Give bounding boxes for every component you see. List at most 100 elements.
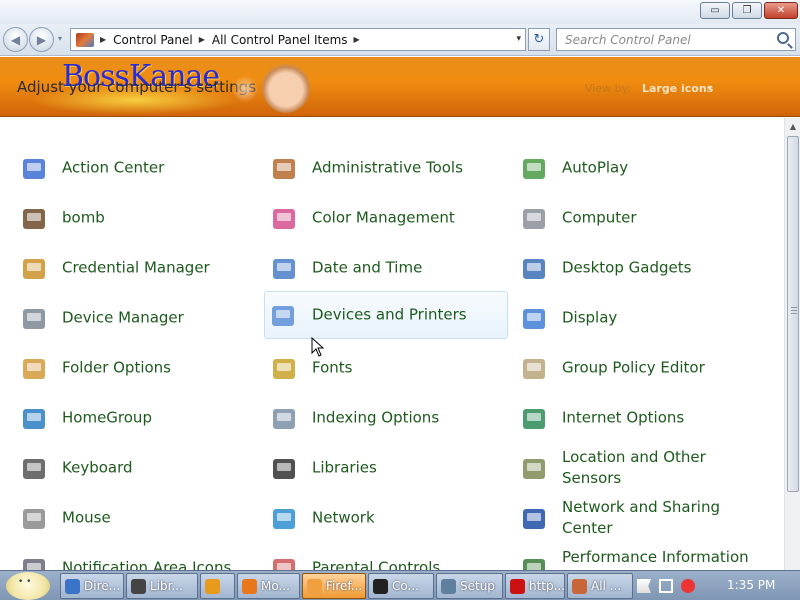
control-panel-item[interactable]: Notification Area Icons bbox=[15, 544, 255, 570]
control-panel-item[interactable]: AutoPlay bbox=[515, 144, 755, 192]
breadcrumb-separator-icon[interactable]: ▶ bbox=[199, 35, 205, 44]
scroll-up-button[interactable]: ▲ bbox=[785, 118, 800, 134]
control-panel-item-label: Desktop Gadgets bbox=[562, 258, 692, 277]
view-by-dropdown[interactable]: Large icons bbox=[642, 82, 713, 95]
chevron-down-icon[interactable]: ▾ bbox=[708, 83, 712, 92]
cmd-icon bbox=[373, 578, 388, 594]
libraries-task-icon bbox=[131, 578, 146, 594]
control-panel-item[interactable]: Parental Controls bbox=[265, 544, 505, 570]
computer-icon bbox=[519, 204, 549, 234]
taskbar-button[interactable]: Firef... bbox=[302, 573, 366, 599]
maximize-button[interactable]: ❐ bbox=[732, 2, 762, 19]
refresh-button[interactable]: ↻ bbox=[528, 28, 550, 51]
control-panel-item[interactable]: Computer bbox=[515, 194, 755, 242]
firefox-window-icon bbox=[307, 578, 322, 594]
control-panel-icon bbox=[572, 578, 587, 594]
start-button[interactable] bbox=[6, 572, 50, 600]
control-panel-item-label: Action Center bbox=[62, 158, 165, 177]
taskbar-button-label: Libr... bbox=[150, 579, 183, 593]
control-panel-item[interactable]: Device Manager bbox=[15, 294, 255, 342]
control-panel-item[interactable]: Libraries bbox=[265, 444, 505, 492]
network-tray-icon[interactable] bbox=[659, 579, 673, 593]
control-panel-item-label: Location and Other Sensors bbox=[562, 448, 706, 487]
taskbar-button[interactable]: Dire... bbox=[60, 573, 124, 599]
recent-pages-dropdown[interactable]: ▾ bbox=[58, 34, 68, 43]
control-panel-item[interactable]: Network bbox=[265, 494, 505, 542]
taskbar-clock[interactable]: 1:35 PM bbox=[727, 578, 775, 592]
scroll-thumb[interactable] bbox=[787, 136, 799, 492]
printer-icon bbox=[268, 301, 298, 331]
control-panel-item[interactable]: Network and Sharing Center bbox=[515, 494, 755, 542]
breadcrumb-all-items[interactable]: All Control Panel Items bbox=[212, 33, 348, 47]
control-panel-item[interactable]: Indexing Options bbox=[265, 394, 505, 442]
breadcrumb-separator-icon[interactable]: ▶ bbox=[354, 35, 360, 44]
homegroup-icon bbox=[19, 404, 49, 434]
taskbar-button[interactable]: Co... bbox=[368, 573, 434, 599]
control-panel-item[interactable]: bomb bbox=[15, 194, 255, 242]
control-panel-items: Action Center Administrative Tools AutoPla… bbox=[0, 118, 784, 570]
control-panel-item[interactable]: Desktop Gadgets bbox=[515, 244, 755, 292]
control-panel-item[interactable]: Fonts bbox=[265, 344, 505, 392]
control-panel-item-label: Keyboard bbox=[62, 458, 133, 477]
address-bar[interactable]: ▶ Control Panel ▶ All Control Panel Item… bbox=[70, 28, 526, 51]
display-monitor-icon bbox=[519, 304, 549, 334]
setup-icon bbox=[441, 578, 456, 594]
keyboard-icon bbox=[19, 454, 49, 484]
control-panel-item[interactable]: Date and Time bbox=[265, 244, 505, 292]
control-panel-item-label: Group Policy Editor bbox=[562, 358, 705, 377]
control-panel-item[interactable]: Display bbox=[515, 294, 755, 342]
search-icon[interactable] bbox=[777, 32, 789, 44]
taskbar-button[interactable]: Mo... bbox=[237, 573, 300, 599]
control-panel-item[interactable]: HomeGroup bbox=[15, 394, 255, 442]
minimize-button[interactable]: ▭ bbox=[700, 2, 730, 19]
control-panel-item[interactable]: Location and Other Sensors bbox=[515, 444, 755, 492]
volume-muted-icon[interactable] bbox=[681, 579, 695, 593]
control-panel-item[interactable]: Color Management bbox=[265, 194, 505, 242]
taskbar-button[interactable]: Libr... bbox=[126, 573, 198, 599]
taskbar-button[interactable]: All ... bbox=[567, 573, 633, 599]
taskbar-button-label: Co... bbox=[392, 579, 419, 593]
control-panel-item[interactable]: Performance Information and Tools bbox=[515, 544, 755, 570]
breadcrumb-separator-icon[interactable]: ▶ bbox=[100, 35, 106, 44]
control-panel-item-label: Network and Sharing Center bbox=[562, 498, 720, 537]
control-panel-item-label: Computer bbox=[562, 208, 637, 227]
taskbar-button-label: Dire... bbox=[84, 579, 121, 593]
control-panel-item[interactable]: Keyboard bbox=[15, 444, 255, 492]
date-time-icon bbox=[269, 254, 299, 284]
control-panel-item-label: Display bbox=[562, 308, 618, 327]
control-panel-item[interactable]: Administrative Tools bbox=[265, 144, 505, 192]
back-button[interactable]: ◀ bbox=[3, 27, 28, 52]
vertical-scrollbar[interactable]: ▲ bbox=[784, 118, 800, 570]
control-panel-item[interactable]: Credential Manager bbox=[15, 244, 255, 292]
taskbar-button[interactable] bbox=[200, 573, 235, 599]
desktop-gadgets-icon bbox=[519, 254, 549, 284]
taskbar-button[interactable]: http... bbox=[505, 573, 565, 599]
close-button[interactable]: ✕ bbox=[764, 2, 798, 19]
control-panel-item-label: HomeGroup bbox=[62, 408, 152, 427]
forward-button[interactable]: ▶ bbox=[29, 27, 54, 52]
control-panel-item[interactable]: Internet Options bbox=[515, 394, 755, 442]
control-panel-item-label: Device Manager bbox=[62, 308, 184, 327]
fonts-icon bbox=[269, 354, 299, 384]
breadcrumb-control-panel[interactable]: Control Panel bbox=[113, 33, 193, 47]
control-panel-item-label: Fonts bbox=[312, 358, 353, 377]
control-panel-item-label: Notification Area Icons bbox=[62, 558, 232, 571]
indexing-options-icon bbox=[269, 404, 299, 434]
mouse-cursor-icon bbox=[311, 337, 325, 357]
group-policy-icon bbox=[519, 354, 549, 384]
control-panel-item[interactable]: Folder Options bbox=[15, 344, 255, 392]
taskbar-button[interactable]: Setup bbox=[436, 573, 503, 599]
action-center-flag-icon[interactable] bbox=[637, 579, 651, 593]
credential-manager-icon bbox=[19, 254, 49, 284]
baby-face-avatar bbox=[232, 61, 310, 113]
control-panel-item-label: Administrative Tools bbox=[312, 158, 463, 177]
search-input[interactable]: Search Control Panel bbox=[556, 28, 796, 51]
control-panel-item[interactable]: Devices and Printers bbox=[264, 291, 508, 339]
control-panel-item[interactable]: Mouse bbox=[15, 494, 255, 542]
control-panel-item[interactable]: Action Center bbox=[15, 144, 255, 192]
address-dropdown-button[interactable]: ▾ bbox=[516, 34, 521, 44]
control-panel-item-label: Date and Time bbox=[312, 258, 423, 277]
page-title: Adjust your computer's settings bbox=[17, 78, 257, 96]
control-panel-item[interactable]: Group Policy Editor bbox=[515, 344, 755, 392]
control-panel-item-label: Parental Controls bbox=[312, 558, 441, 571]
